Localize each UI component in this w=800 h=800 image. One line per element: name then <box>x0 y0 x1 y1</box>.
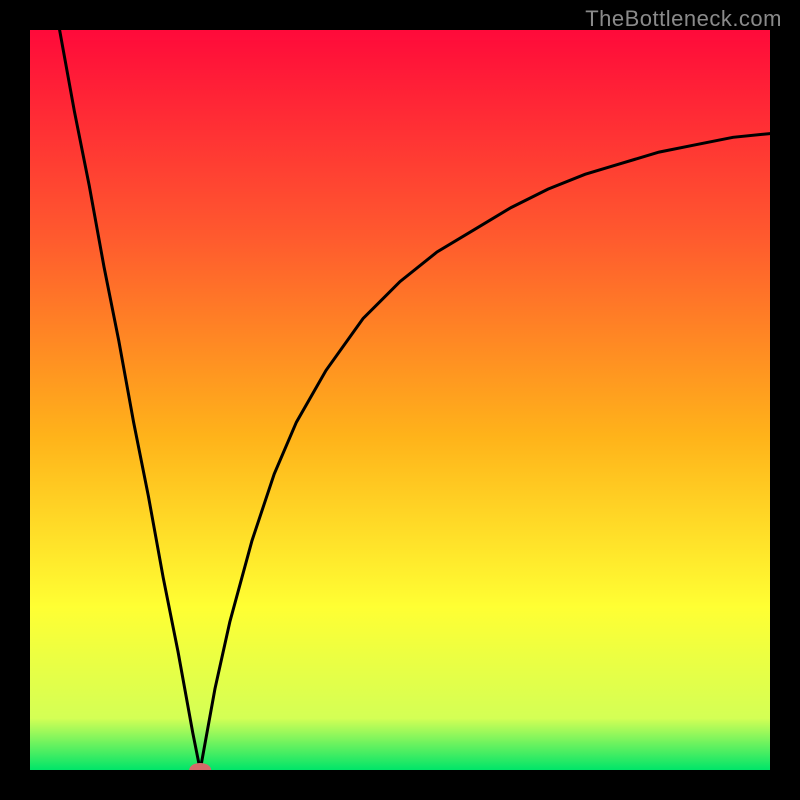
gradient-background <box>30 30 770 770</box>
chart-plot-area <box>30 30 770 770</box>
chart-svg <box>30 30 770 770</box>
watermark-text: TheBottleneck.com <box>585 6 782 32</box>
chart-frame: TheBottleneck.com <box>0 0 800 800</box>
